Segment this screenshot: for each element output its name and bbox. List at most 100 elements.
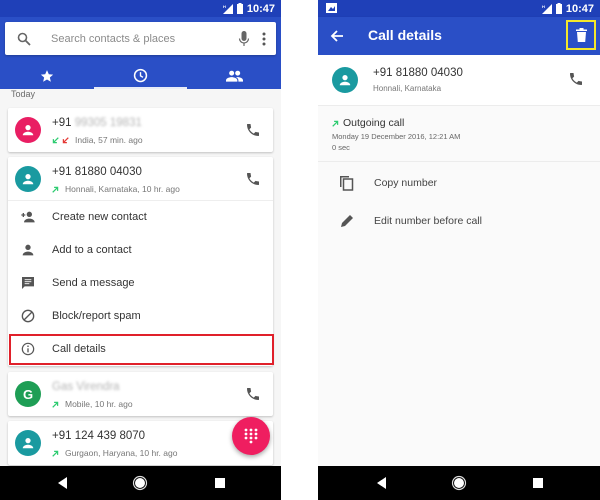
menu-block-report-spam[interactable]: Block/report spam <box>8 300 273 333</box>
call-type-label: Outgoing call <box>343 117 405 129</box>
clock-icon <box>133 68 148 83</box>
person-icon <box>22 438 34 449</box>
delete-icon <box>575 28 587 42</box>
menu-label: Block/report spam <box>52 310 141 322</box>
mic-icon[interactable] <box>238 30 250 47</box>
entry-subtitle-text: India, 57 min. ago <box>75 135 143 145</box>
app-bar: Call details <box>318 17 600 55</box>
edit-icon <box>341 215 353 227</box>
entry-subtitle-text: Honnali, Karnataka, 10 hr. ago <box>65 184 180 194</box>
nav-home-icon[interactable] <box>132 475 148 491</box>
status-bar: H 10:47 <box>318 0 600 17</box>
avatar <box>332 67 358 93</box>
entry-subtitle: India, 57 min. ago <box>52 135 143 145</box>
entry-subtitle: Mobile, 10 hr. ago <box>52 399 133 409</box>
menu-label: Create new contact <box>52 211 147 223</box>
tab-speed-dial[interactable] <box>0 62 94 89</box>
action-label: Copy number <box>374 177 438 189</box>
contact-number: +91 81880 04030 <box>373 67 463 79</box>
phone-icon[interactable] <box>245 386 261 402</box>
dialer-recents-screen: H 10:47 Search contacts & places Today +… <box>0 0 281 500</box>
phone-icon[interactable] <box>245 122 261 138</box>
call-details-screen: H 10:47 Call details +91 81880 04030 Hon… <box>318 0 600 500</box>
block-icon <box>21 309 35 323</box>
call-type: Outgoing call <box>332 117 404 129</box>
nav-back-icon[interactable] <box>55 475 71 491</box>
person-icon <box>22 174 34 185</box>
signal-icon: H <box>541 3 552 14</box>
call-log-entry[interactable]: +91 99305 19831 India, 57 min. ago <box>8 108 273 152</box>
avatar <box>15 166 41 192</box>
person-icon <box>339 75 351 86</box>
tab-bar <box>0 62 281 89</box>
contact-location: Honnali, Karnataka <box>373 84 442 93</box>
signal-icon: H <box>222 3 233 14</box>
dialer-header: Search contacts & places <box>0 17 281 89</box>
entry-subtitle-text: Mobile, 10 hr. ago <box>65 399 133 409</box>
nav-recents-icon[interactable] <box>530 475 546 491</box>
info-icon <box>21 342 35 356</box>
tab-contacts[interactable] <box>187 62 281 89</box>
svg-text:H: H <box>542 4 545 9</box>
search-bar[interactable]: Search contacts & places <box>5 22 276 55</box>
image-notification-icon <box>326 3 337 13</box>
battery-icon <box>236 3 243 14</box>
tab-recents[interactable] <box>93 62 188 89</box>
outgoing-call-icon <box>52 401 59 408</box>
number-prefix: +91 <box>52 117 75 129</box>
dialpad-icon <box>244 428 258 444</box>
missed-call-icon <box>62 136 69 143</box>
person-add-icon <box>21 211 35 223</box>
status-bar: H 10:47 <box>0 0 281 17</box>
dialpad-fab-button[interactable] <box>232 417 270 455</box>
status-time: 10:47 <box>246 2 275 15</box>
call-duration: 0 sec <box>332 143 350 152</box>
system-nav-bar <box>0 466 281 500</box>
number-blurred: 99305 19831 <box>74 117 142 129</box>
copy-icon <box>340 176 354 191</box>
call-info: Outgoing call Monday 19 December 2016, 1… <box>318 107 600 162</box>
menu-label: Send a message <box>52 277 135 289</box>
edit-number-action[interactable]: Edit number before call <box>318 202 600 240</box>
outgoing-call-icon <box>332 120 339 127</box>
highlight-box <box>9 334 274 365</box>
menu-send-message[interactable]: Send a message <box>8 267 273 300</box>
action-label: Edit number before call <box>374 215 482 227</box>
nav-back-icon[interactable] <box>374 475 390 491</box>
phone-icon[interactable] <box>568 71 584 87</box>
star-icon <box>40 69 53 82</box>
nav-recents-icon[interactable] <box>212 475 228 491</box>
menu-call-details[interactable]: Call details <box>8 333 274 366</box>
search-icon[interactable] <box>17 32 31 46</box>
nav-home-icon[interactable] <box>451 475 467 491</box>
call-log-entry[interactable]: G Gas Virendra Mobile, 10 hr. ago <box>8 372 273 416</box>
call-log-entry-expanded[interactable]: +91 81880 04030 Honnali, Karnataka, 10 h… <box>8 157 274 366</box>
entry-name: +91 99305 19831 <box>52 117 142 129</box>
menu-add-to-contact[interactable]: Add to a contact <box>8 234 273 267</box>
arrow-back-icon[interactable] <box>330 29 344 43</box>
avatar-letter: G <box>22 386 34 402</box>
avatar <box>15 117 41 143</box>
call-date: Monday 19 December 2016, 12:21 AM <box>332 132 461 141</box>
person-icon <box>22 125 34 136</box>
people-icon <box>225 70 243 82</box>
system-nav-bar <box>318 466 600 500</box>
section-label-today: Today <box>11 89 36 99</box>
delete-button[interactable] <box>566 20 596 50</box>
message-icon <box>22 277 34 289</box>
contact-header: +91 81880 04030 Honnali, Karnataka <box>318 55 600 106</box>
phone-icon[interactable] <box>245 171 261 187</box>
more-options-icon[interactable] <box>262 32 266 46</box>
person-icon <box>22 244 34 256</box>
menu-create-new-contact[interactable]: Create new contact <box>8 201 273 234</box>
svg-text:H: H <box>223 4 226 9</box>
menu-label: Call details <box>52 343 106 355</box>
battery-icon <box>555 3 562 14</box>
copy-number-action[interactable]: Copy number <box>318 164 600 202</box>
missed-call-icon <box>52 136 59 143</box>
search-input[interactable]: Search contacts & places <box>51 33 238 45</box>
entry-name: Gas Virendra <box>52 381 120 393</box>
entry-subtitle: Gurgaon, Haryana, 10 hr. ago <box>52 448 177 458</box>
status-time: 10:47 <box>565 2 594 15</box>
entry-name: +91 124 439 8070 <box>52 430 146 442</box>
